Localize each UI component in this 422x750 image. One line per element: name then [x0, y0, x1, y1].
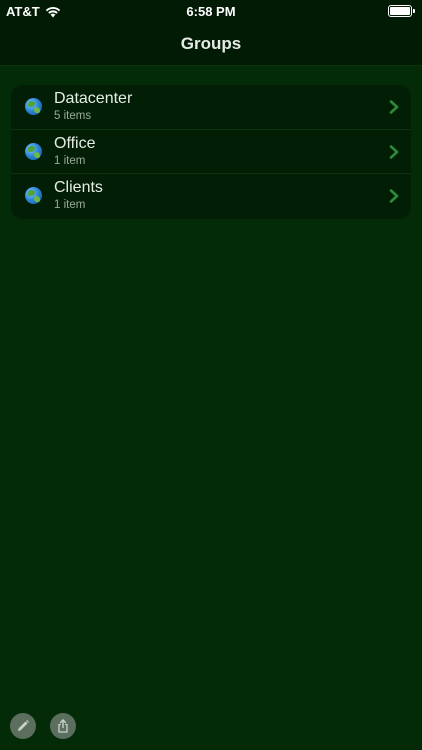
- chevron-right-icon: [389, 100, 399, 114]
- chevron-right-icon: [389, 189, 399, 203]
- battery-icon: [388, 5, 415, 17]
- status-bar: AT&T 6:58 PM: [0, 0, 422, 22]
- share-icon: [58, 719, 68, 733]
- globe-icon: [25, 142, 42, 160]
- share-button[interactable]: [50, 713, 76, 739]
- group-item-count: 1 item: [54, 199, 86, 211]
- globe-icon: [25, 98, 42, 115]
- battery-fill: [390, 7, 410, 15]
- pencil-icon: [18, 720, 29, 731]
- group-row-office[interactable]: Office 1 item: [11, 130, 411, 174]
- group-title: Office: [54, 134, 96, 152]
- edit-button[interactable]: [10, 713, 36, 739]
- group-title: Datacenter: [54, 90, 133, 107]
- globe-icon: [25, 187, 42, 204]
- group-list: Datacenter 5 items Office 1 item Clients…: [11, 85, 411, 219]
- group-item-count: 1 item: [54, 154, 86, 167]
- screen: AT&T 6:58 PM Groups Datacenter 5 items O…: [0, 0, 422, 750]
- page-title: Groups: [180, 34, 242, 53]
- navigation-bar: Groups: [0, 22, 422, 66]
- group-item-count: 5 items: [54, 110, 92, 122]
- group-row-datacenter[interactable]: Datacenter 5 items: [11, 85, 411, 130]
- clock: 6:58 PM: [186, 4, 236, 19]
- group-title: Clients: [54, 179, 103, 196]
- chevron-right-icon: [389, 144, 399, 159]
- group-row-clients[interactable]: Clients 1 item: [11, 174, 411, 219]
